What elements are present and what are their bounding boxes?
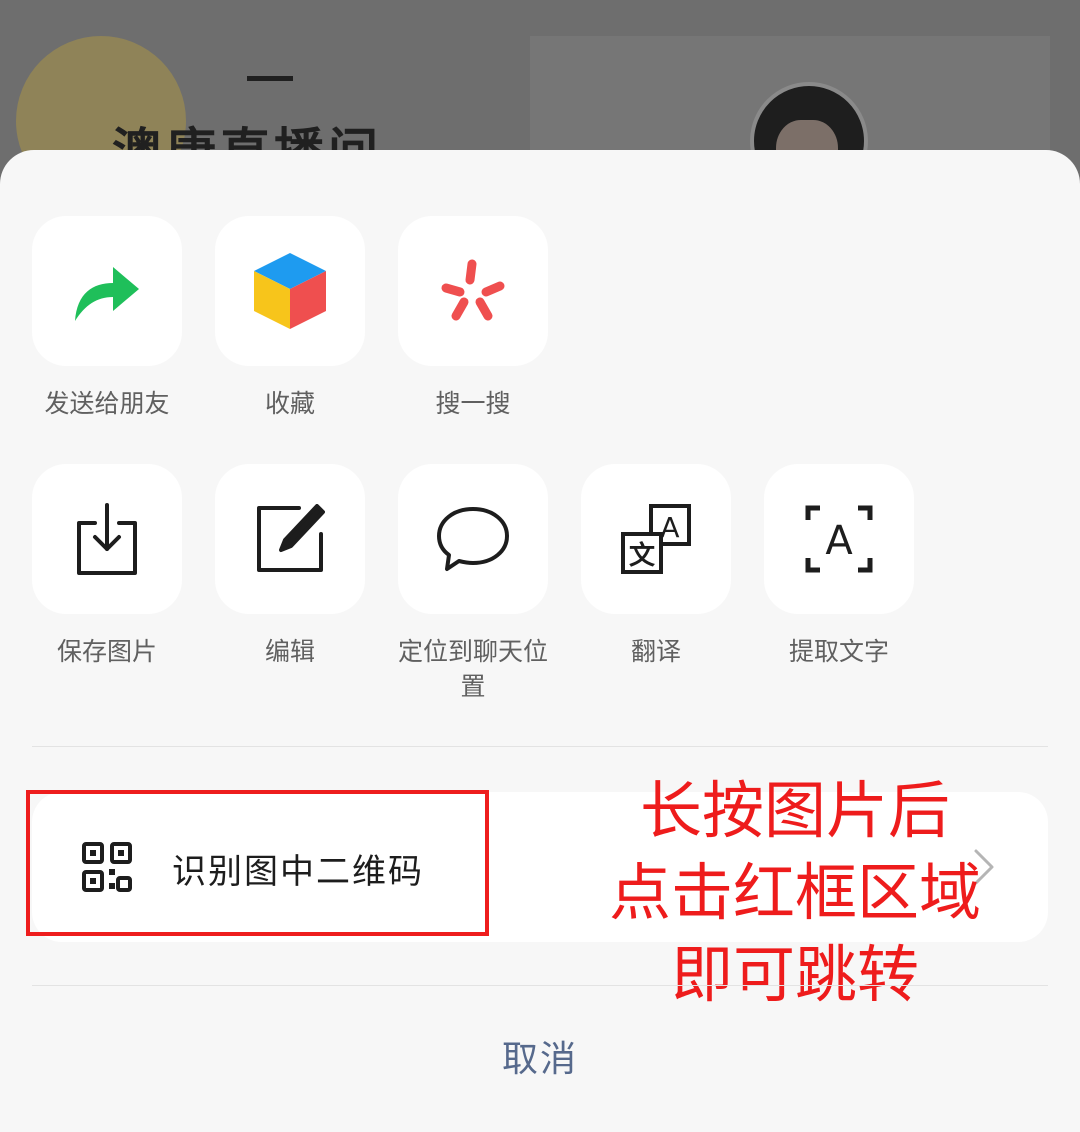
search-tile[interactable]: [398, 216, 548, 366]
action-sheet: 发送给朋友 收藏 搜一搜 保存图片 编辑 定位到聊天位置 A 文 翻译 A 提取…: [0, 150, 1080, 1132]
edit-label: 编辑: [264, 637, 315, 666]
svg-text:文: 文: [629, 540, 656, 571]
highlight-red-frame: [26, 790, 489, 936]
save-image-button[interactable]: 保存图片: [32, 464, 182, 669]
edit-icon: [257, 504, 325, 572]
save-image-tile[interactable]: [32, 464, 182, 614]
send-to-friend-tile[interactable]: [32, 216, 182, 366]
locate-in-chat-button[interactable]: 定位到聊天位置: [398, 464, 548, 704]
search-label: 搜一搜: [435, 389, 511, 418]
svg-text:A: A: [660, 511, 679, 544]
search-spark-icon: [441, 259, 505, 321]
translate-icon: A 文: [621, 504, 691, 574]
locate-in-chat-label: 定位到聊天位置: [397, 637, 548, 701]
send-to-friend-label: 发送给朋友: [44, 389, 170, 418]
save-download-icon: [77, 503, 137, 575]
divider-top: [32, 746, 1048, 747]
translate-button[interactable]: A 文 翻译: [581, 464, 731, 669]
instruction-annotation: 长按图片后 点击红框区域 即可跳转: [590, 770, 1000, 1016]
extract-text-label: 提取文字: [788, 637, 889, 666]
favorite-button[interactable]: 收藏: [215, 216, 365, 421]
annotation-line-3: 即可跳转: [670, 938, 919, 1011]
background-page: 澳康直播间: [0, 0, 1080, 160]
annotation-line-1: 长按图片后: [639, 774, 950, 847]
edit-tile[interactable]: [215, 464, 365, 614]
search-button[interactable]: 搜一搜: [398, 216, 548, 421]
favorite-cube-icon: [254, 253, 326, 329]
translate-tile[interactable]: A 文: [581, 464, 731, 614]
annotation-line-2: 点击红框区域: [608, 856, 981, 929]
background-dash: [247, 76, 293, 81]
share-arrow-icon: [75, 267, 139, 321]
locate-in-chat-tile[interactable]: [398, 464, 548, 614]
favorite-tile[interactable]: [215, 216, 365, 366]
svg-text:A: A: [825, 518, 853, 564]
extract-text-button[interactable]: A 提取文字: [764, 464, 914, 669]
divider-bottom: [32, 985, 1048, 986]
extract-text-tile[interactable]: A: [764, 464, 914, 614]
send-to-friend-button[interactable]: 发送给朋友: [32, 216, 182, 421]
save-image-label: 保存图片: [56, 637, 157, 666]
edit-button[interactable]: 编辑: [215, 464, 365, 669]
cancel-button[interactable]: 取消: [0, 1030, 1080, 1082]
chat-bubble-icon: [437, 507, 509, 571]
extract-text-icon: A: [805, 505, 873, 573]
favorite-label: 收藏: [264, 389, 315, 418]
translate-label: 翻译: [630, 637, 681, 666]
